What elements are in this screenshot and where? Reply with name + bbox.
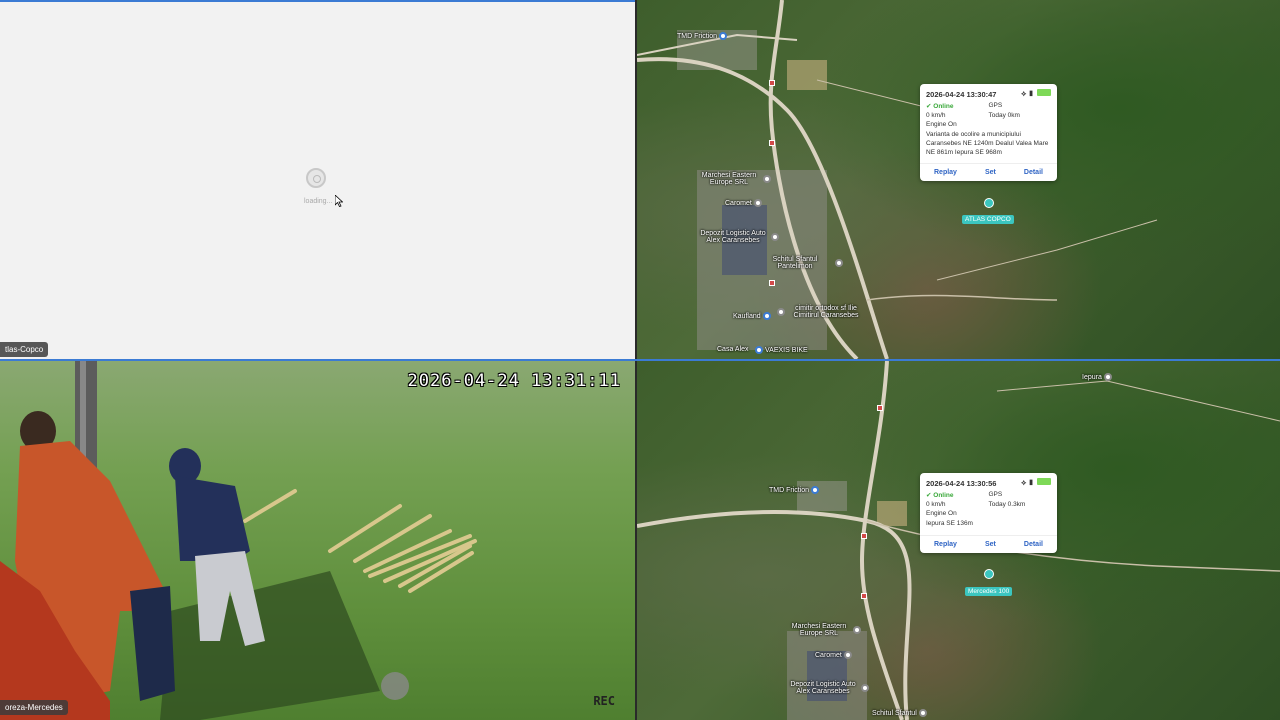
popup-datetime: 2026-04-24 13:30:47 [926,89,997,99]
poi-label: cimitir ortodox sf Ilie Cimitirul Carans… [793,305,859,319]
camera-panel-mercedes[interactable]: 2026-04-24 13:31:11 REC oreza-Mercedes [0,361,635,720]
poi-casa-alex[interactable]: Casa Alex [717,346,749,353]
poi-label: VAEXIS BIKE [765,346,808,354]
replay-button[interactable]: Replay [934,541,957,548]
poi-label: Casa Alex [717,346,749,353]
poi-label: TMD Friction [769,486,810,494]
panel-divider-horizontal [0,359,1280,361]
map-panel-top[interactable]: TMD Friction Marchesi Eastern Europe SRL… [637,0,1280,359]
vehicle-label[interactable]: Mercedes 100 [965,587,1013,596]
poi-marchesi[interactable]: Marchesi Eastern Europe SRL [787,623,861,637]
poi-label: TMD Friction [677,32,718,40]
road-marker-icon [861,593,867,599]
loading-text: loading... [304,198,333,205]
poi-tmd-friction[interactable]: TMD Friction [677,32,728,40]
road-marker-icon [769,280,775,286]
poi-label: Iepura [1082,373,1102,381]
poi-pin-icon [1103,373,1112,381]
poi-pin-icon [777,308,785,316]
poi-pin-icon [843,651,852,659]
poi-tmd-friction[interactable]: TMD Friction [769,486,820,494]
poi-label: Kaufland [733,312,761,320]
poi-kaufland[interactable]: Kaufland [733,312,771,320]
poi-pin-icon [762,312,771,320]
camera-timestamp: 2026-04-24 13:31:11 [407,371,621,391]
poi-pin-icon [811,486,820,494]
poi-vaexis-bike[interactable]: VAEXIS BIKE [755,346,808,354]
poi-pin-icon [763,175,771,183]
signal-icon: ⟡ ▮ [1021,89,1034,98]
popup-address: Varianta de ocolire a municipiului Caran… [926,131,1049,156]
poi-label: Caromet [815,651,842,659]
poi-cimitir[interactable]: cimitir ortodox sf Ilie Cimitirul Carans… [777,305,865,319]
detail-button[interactable]: Detail [1024,169,1043,176]
road-marker-icon [861,533,867,539]
engine-status: Engine On [926,510,957,517]
today-distance: Today 0.3km [988,501,1026,508]
poi-label: Schitul Sfantul Pantelimon [772,256,818,270]
poi-caromet[interactable]: Caromet [815,651,852,659]
set-button[interactable]: Set [985,541,996,548]
poi-pin-icon [861,684,869,692]
satellite-map[interactable]: Iepura TMD Friction Marchesi Eastern Eur… [637,361,1280,720]
mouse-cursor-icon [335,195,343,207]
signal-icon: ⟡ ▮ [1021,478,1034,487]
loading-spinner-icon [306,168,326,188]
replay-button[interactable]: Replay [934,169,957,176]
road-marker-icon [877,405,883,411]
map-panel-bottom[interactable]: Iepura TMD Friction Marchesi Eastern Eur… [637,361,1280,720]
battery-icon [1037,89,1051,96]
vehicle-info-popup: 2026-04-24 13:30:47 ⟡ ▮ ✔ Online GPS 0 km/… [920,84,1057,182]
popup-address: Iepura SE 136m [926,520,973,527]
rec-indicator: REC [593,694,615,708]
status-online: ✔ Online [926,103,954,110]
poi-schitul[interactable]: Schitul Sfantul Pantelimon [757,256,843,270]
set-button[interactable]: Set [985,169,996,176]
speed-value: 0 km/h [926,501,946,508]
road-marker-icon [769,140,775,146]
poi-label: Schitul Sfantul [872,709,917,717]
poi-iepura[interactable]: Iepura [1082,373,1112,381]
camera-panel-atlas-copco[interactable]: loading... tlas-Copco [0,0,635,359]
camera-feed-image [0,361,635,720]
speed-value: 0 km/h [926,112,946,119]
road-marker-icon [769,80,775,86]
gps-label: GPS [988,102,1003,109]
poi-label: Marchesi Eastern Europe SRL [701,172,757,186]
poi-pin-icon [719,32,728,40]
poi-pin-icon [771,233,779,241]
engine-status: Engine On [926,121,957,128]
vehicle-marker-icon[interactable] [984,198,994,208]
poi-pin-icon [753,199,762,207]
poi-pin-icon [755,346,763,354]
poi-label: Caromet [725,199,752,207]
camera-label: tlas-Copco [0,342,49,357]
poi-pin-icon [835,259,843,267]
status-online: ✔ Online [926,492,954,499]
detail-button[interactable]: Detail [1024,541,1043,548]
poi-pin-icon [853,626,861,634]
poi-schitul[interactable]: Schitul Sfantul [872,709,927,717]
poi-marchesi[interactable]: Marchesi Eastern Europe SRL [697,172,771,186]
poi-label: Depozit Logistic Auto Alex Caransebes [700,230,766,244]
popup-datetime: 2026-04-24 13:30:56 [926,478,997,488]
poi-label: Marchesi Eastern Europe SRL [791,623,847,637]
camera-label: oreza-Mercedes [0,700,68,715]
poi-depozit[interactable]: Depozit Logistic Auto Alex Caransebes [697,230,779,244]
today-distance: Today 0km [988,112,1020,119]
poi-depozit[interactable]: Depozit Logistic Auto Alex Caransebes [787,681,869,695]
gps-label: GPS [988,491,1003,498]
vehicle-label[interactable]: ATLAS COPCO [962,215,1014,224]
battery-icon [1037,478,1051,485]
poi-pin-icon [918,709,927,717]
vehicle-marker-icon[interactable] [984,569,994,579]
poi-caromet[interactable]: Caromet [725,199,762,207]
poi-label: Depozit Logistic Auto Alex Caransebes [790,681,856,695]
satellite-map[interactable]: TMD Friction Marchesi Eastern Europe SRL… [637,0,1280,359]
vehicle-info-popup: 2026-04-24 13:30:56 ⟡ ▮ ✔ Online GPS 0 km/… [920,473,1057,553]
